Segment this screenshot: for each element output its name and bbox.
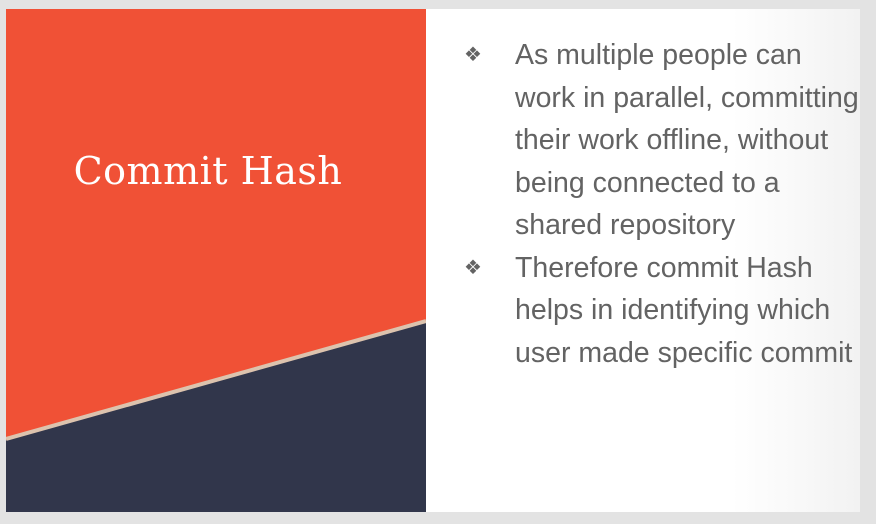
bullet-text: As multiple people can work in parallel,… bbox=[515, 39, 859, 241]
bullet-item: ❖ Therefore commit Hash helps in identif… bbox=[464, 247, 860, 375]
bullet-text: Therefore commit Hash helps in identifyi… bbox=[515, 251, 853, 369]
bullet-list: ❖ As multiple people can work in paralle… bbox=[464, 34, 860, 374]
slide: Commit Hash ❖ As multiple people can wor… bbox=[6, 9, 860, 512]
slide-title: Commit Hash bbox=[73, 149, 343, 193]
title-panel: Commit Hash bbox=[6, 9, 426, 512]
bullet-item: ❖ As multiple people can work in paralle… bbox=[464, 34, 860, 247]
diamond-bullet-icon: ❖ bbox=[464, 44, 482, 66]
diamond-bullet-icon: ❖ bbox=[464, 256, 482, 279]
panel-background bbox=[6, 9, 426, 512]
